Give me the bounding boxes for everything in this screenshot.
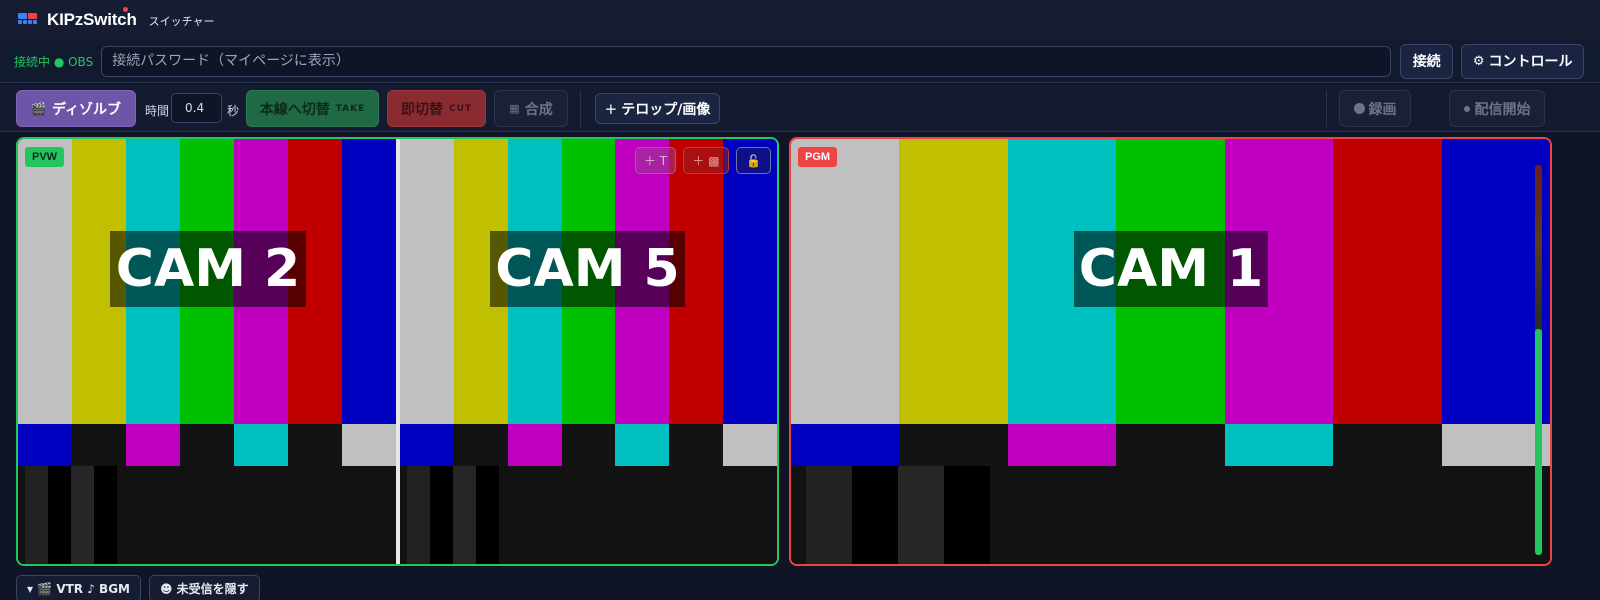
password-input[interactable]	[101, 45, 1392, 77]
control-button-label: コントロール	[1488, 54, 1573, 70]
preview-feed-cam5[interactable]: CAM 5	[400, 139, 777, 564]
color-bar	[288, 423, 342, 467]
color-bar	[615, 423, 670, 467]
start-stream-label: 配信開始	[1474, 101, 1531, 118]
color-bar	[899, 139, 1008, 424]
color-bar	[1007, 423, 1117, 467]
camera-label: CAM 5	[490, 231, 685, 307]
take-sublabel: TAKE	[335, 103, 366, 114]
hide-unreceived-button[interactable]: ☻ 未受信を隠す	[148, 575, 260, 600]
color-bar	[453, 423, 508, 467]
record-button[interactable]: 録画	[1339, 90, 1411, 127]
color-bar	[72, 423, 126, 467]
connect-button[interactable]: 接続	[1400, 43, 1454, 79]
cut-label: 即切替	[400, 101, 443, 118]
color-bar	[234, 423, 288, 467]
color-bar	[400, 423, 454, 467]
color-bar	[1116, 423, 1225, 467]
color-bars-mid	[791, 423, 1550, 467]
color-bar	[1224, 423, 1334, 467]
transition-time-input[interactable]	[171, 93, 222, 123]
color-bar	[342, 139, 396, 424]
telop-label: テロップ/画像	[621, 101, 711, 118]
color-bar	[723, 139, 777, 424]
color-bar	[899, 423, 1008, 467]
preview-feed-cam2[interactable]: CAM 2	[18, 139, 396, 564]
vtr-bgm-toggle[interactable]: ▾ 🎬 VTR ♪ BGM	[16, 575, 141, 600]
color-bar	[507, 423, 562, 467]
app-header: KIPzSwitch スイッチャー	[0, 0, 1600, 40]
audio-level-fill	[1535, 328, 1542, 555]
color-bars-mid	[400, 423, 777, 467]
switcher-toolbar: 🎬 ディゾルブ 時間 秒 本線へ切替 TAKE 即切替 CUT ▦ 合成 + テ…	[0, 84, 1600, 132]
dissolve-label: ディゾルブ	[51, 101, 121, 118]
cut-sublabel: CUT	[448, 103, 473, 114]
add-image-button[interactable]: ＋ ▩	[683, 147, 729, 174]
camera-label: CAM 2	[110, 231, 306, 307]
program-monitor[interactable]: CAM 1 PGM	[789, 137, 1552, 566]
color-bar	[1333, 423, 1442, 467]
gear-icon: ⚙	[1472, 53, 1485, 69]
program-feed-cam1: CAM 1	[791, 139, 1550, 564]
color-bars-mid	[18, 423, 396, 467]
composite-button[interactable]: ▦ 合成	[494, 90, 568, 127]
time-label: 時間	[145, 104, 170, 118]
dissolve-button[interactable]: 🎬 ディゾルブ	[16, 90, 136, 127]
start-stream-button[interactable]: 配信開始	[1449, 90, 1545, 127]
take-button[interactable]: 本線へ切替 TAKE	[246, 90, 379, 127]
color-bar	[126, 423, 180, 467]
bottom-controls: ▾ 🎬 VTR ♪ BGM ☻ 未受信を隠す	[16, 575, 260, 600]
record-icon	[1353, 103, 1365, 114]
cut-button[interactable]: 即切替 CUT	[387, 90, 486, 127]
pvw-badge: PVW	[25, 147, 65, 167]
connection-bar: 接続中 ● OBS 接続 ⚙ コントロール	[0, 40, 1600, 83]
color-bar	[723, 423, 777, 467]
toolbar-divider	[580, 90, 581, 127]
color-bar	[342, 423, 396, 467]
color-bar	[1441, 139, 1550, 424]
color-bar	[561, 423, 616, 467]
color-bar	[400, 139, 454, 424]
add-text-button[interactable]: ＋ T	[635, 147, 676, 174]
telop-button[interactable]: + テロップ/画像	[595, 93, 720, 124]
color-bar	[669, 423, 724, 467]
control-button[interactable]: ⚙ コントロール	[1461, 43, 1585, 79]
seconds-label: 秒	[227, 104, 240, 118]
color-bar	[1441, 423, 1550, 467]
color-bar	[18, 139, 72, 424]
clapper-icon: 🎬	[31, 101, 46, 116]
camera-label: CAM 1	[1074, 231, 1268, 307]
composite-icon: ▦	[509, 102, 520, 115]
pgm-badge: PGM	[798, 147, 838, 167]
pluge-area	[18, 466, 396, 564]
lock-icon[interactable]: 🔓	[736, 147, 771, 174]
color-bar	[791, 423, 900, 467]
color-bar	[18, 423, 72, 467]
plus-icon: +	[604, 99, 618, 118]
pluge-area	[400, 466, 777, 564]
record-label: 録画	[1368, 101, 1397, 118]
brand-subtitle: スイッチャー	[148, 15, 215, 28]
toolbar-divider	[1326, 90, 1327, 127]
color-bar	[791, 139, 900, 424]
pluge-area	[791, 466, 1550, 564]
stream-dot-icon	[1463, 105, 1470, 112]
app-logo-icon	[18, 13, 37, 27]
composite-label: 合成	[524, 101, 553, 118]
connection-status: 接続中 ● OBS	[14, 54, 94, 69]
preview-monitor[interactable]: CAM 2 CAM 5 PVW ＋ T ＋ ▩ 🔓	[16, 137, 779, 566]
brand-name: KIPzSwitch	[47, 7, 137, 30]
color-bar	[180, 423, 234, 467]
color-bar	[1333, 139, 1442, 424]
take-label: 本線へ切替	[259, 101, 330, 118]
audio-level-meter	[1535, 165, 1542, 555]
